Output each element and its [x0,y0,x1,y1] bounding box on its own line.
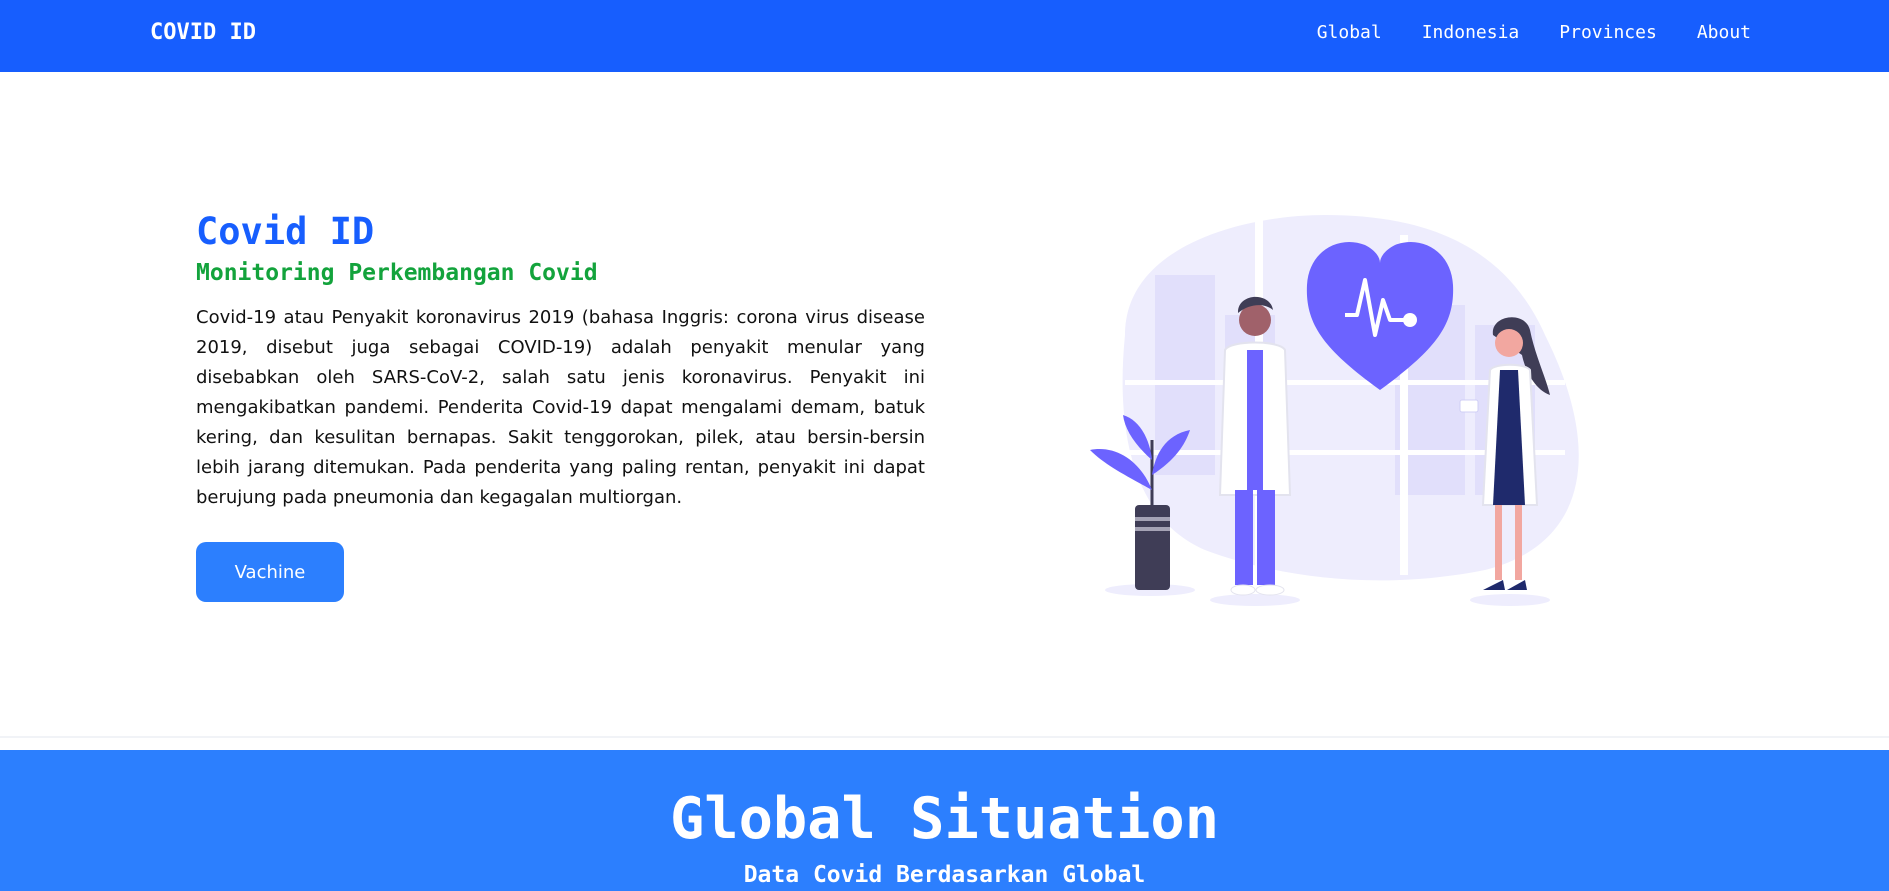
nav-link-about[interactable]: About [1697,22,1751,43]
nav-link-global[interactable]: Global [1317,22,1382,43]
building-shape [1155,275,1215,475]
plant-pot-stripe [1135,517,1170,521]
clipboard-icon [1459,399,1479,413]
doctor-shoe [1483,580,1505,590]
doctors-heart-illustration [1085,205,1605,615]
doctor-leg [1515,505,1522,580]
doctor-scrubs [1247,350,1263,490]
doctor-head [1495,329,1523,357]
doctor-shadow [1470,594,1550,606]
global-situation-section: Global Situation Data Covid Berdasarkan … [0,750,1889,891]
nav-links: Global Indonesia Provinces About [1317,22,1751,43]
global-title: Global Situation [669,786,1220,852]
navbar: COVID ID Global Indonesia Provinces Abou… [0,0,1889,72]
nav-link-provinces[interactable]: Provinces [1559,22,1657,43]
doctor-shoe [1255,584,1285,596]
doctor-leg [1235,490,1253,585]
doctor-shoe [1230,584,1256,596]
hero-description: Covid-19 atau Penyakit koronavirus 2019 … [196,307,925,508]
vachine-button[interactable]: Vachine [196,542,344,602]
heartbeat-dot [1403,313,1417,327]
global-subtitle: Data Covid Berdasarkan Global [743,862,1146,888]
hero-subtitle: Monitoring Perkembangan Covid [196,260,598,286]
doctor-shoe [1507,580,1527,590]
brand-logo[interactable]: COVID ID [150,20,256,45]
hero-title: Covid ID [196,210,375,253]
doctor-shadow [1210,594,1300,606]
illustration-svg [1090,215,1579,606]
section-divider [0,736,1889,738]
doctor-leg [1257,490,1275,585]
nav-link-indonesia[interactable]: Indonesia [1422,22,1520,43]
plant-pot-stripe [1135,527,1170,531]
doctor-leg [1495,505,1502,580]
